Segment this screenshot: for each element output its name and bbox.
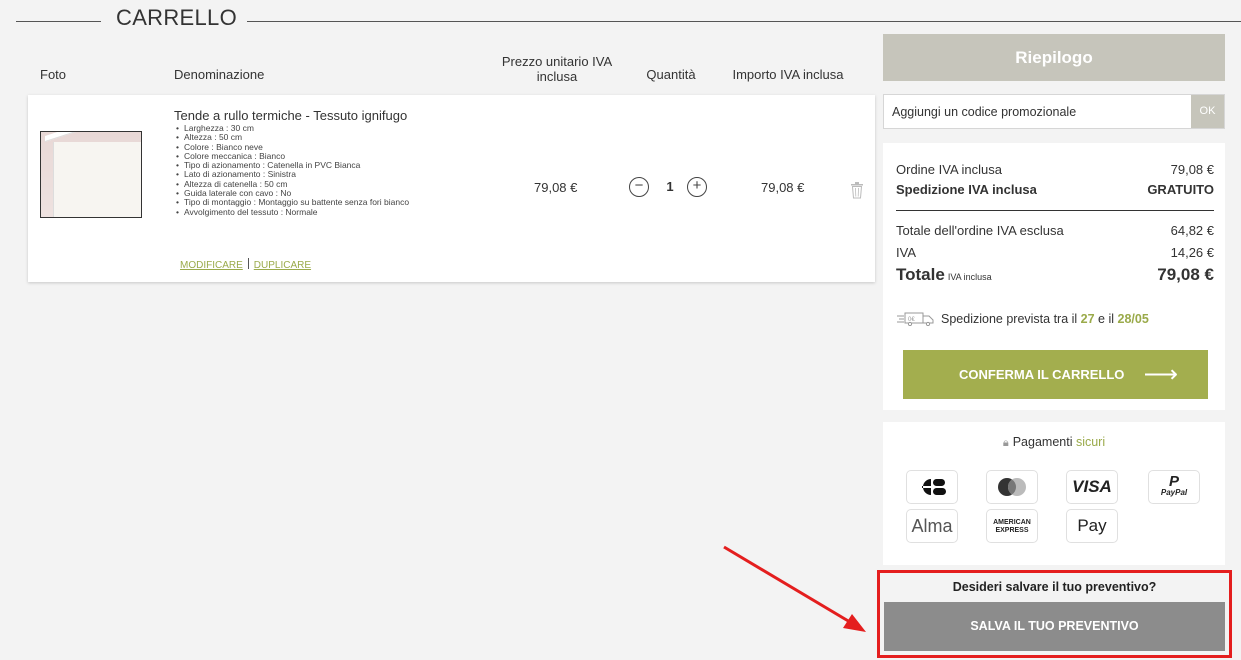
- promo-code-input[interactable]: [884, 95, 1192, 128]
- amex-logo-icon: AMERICAN EXPRESS: [986, 509, 1038, 543]
- edit-link[interactable]: MODIFICARE: [180, 260, 243, 271]
- header-quantity: Quantità: [646, 67, 696, 82]
- truck-label: 0€: [908, 317, 915, 323]
- actions-separator: [247, 258, 249, 269]
- shipping-label: Spedizione IVA inclusa: [896, 182, 1037, 197]
- total-suffix: IVA inclusa: [947, 272, 992, 282]
- shipping-estimate: 0€ Spedizione prevista tra il 27 e il 28…: [897, 312, 1149, 326]
- confirm-cart-button[interactable]: CONFERMA IL CARRELLO ⟶: [903, 350, 1208, 399]
- title-divider-left: [16, 21, 101, 22]
- payments-title-accent: sicuri: [1075, 435, 1106, 449]
- header-photo: Foto: [40, 67, 67, 82]
- line-amount: 79,08 €: [761, 180, 805, 195]
- paypal-logo-icon: P PayPal: [1148, 470, 1200, 504]
- promo-ok-button[interactable]: OK: [1191, 95, 1224, 128]
- summary-divider: [896, 210, 1214, 211]
- total-excl-label: Totale dell'ordine IVA esclusa: [896, 223, 1064, 238]
- product-image: [40, 131, 142, 218]
- truck-icon: 0€: [897, 312, 934, 326]
- order-summary: Ordine IVA inclusa 79,08 € Spedizione IV…: [883, 143, 1225, 410]
- decrease-quantity-button[interactable]: −: [629, 177, 649, 197]
- amex-line2: EXPRESS: [995, 527, 1029, 534]
- shipping-text-prefix: Spedizione prevista tra il: [941, 312, 1081, 326]
- page-title: CARRELLO: [116, 5, 237, 30]
- apple-pay-logo-icon: Pay: [1066, 509, 1118, 543]
- vat-row: IVA 14,26 €: [896, 245, 1214, 260]
- header-name: Denominazione: [174, 67, 265, 82]
- paypal-label: PayPal: [1160, 488, 1188, 497]
- cart-item-row: Tende a rullo termiche - Tessuto ignifug…: [28, 95, 875, 282]
- header-amount: Importo IVA inclusa: [732, 67, 844, 82]
- increase-quantity-button[interactable]: +: [687, 177, 707, 197]
- order-value: 79,08 €: [1170, 162, 1214, 177]
- mastercard-logo-icon: [986, 470, 1038, 504]
- title-divider-right: [247, 21, 1241, 22]
- summary-header: Riepilogo: [883, 34, 1225, 81]
- confirm-cart-label: CONFERMA IL CARRELLO: [959, 367, 1125, 382]
- save-quote-box: Desideri salvare il tuo preventivo? SALV…: [877, 570, 1232, 658]
- duplicate-link[interactable]: DUPLICARE: [254, 260, 311, 271]
- total-value: 79,08 €: [1157, 265, 1214, 284]
- secure-payments: 🔒︎ Pagamenti sicuri VISA P PayPal Alma AM…: [883, 422, 1225, 565]
- arrow-right-icon: ⟶: [1143, 361, 1178, 388]
- header-unit-price: Prezzo unitario IVA inclusa: [501, 54, 613, 84]
- payments-title-main: Pagamenti: [1012, 435, 1076, 449]
- product-image-blind: [53, 142, 141, 217]
- unit-price: 79,08 €: [534, 180, 578, 195]
- total-excl-row: Totale dell'ordine IVA esclusa 64,82 €: [896, 223, 1214, 238]
- shipping-row: Spedizione IVA inclusa GRATUITO: [896, 182, 1214, 197]
- save-quote-question: Desideri salvare il tuo preventivo?: [952, 580, 1157, 594]
- trash-icon[interactable]: [850, 181, 864, 199]
- amex-line1: AMERICAN: [993, 519, 1031, 526]
- total-excl-value: 64,82 €: [1170, 223, 1214, 238]
- lock-icon: 🔒︎: [1002, 437, 1009, 449]
- shipping-date-to: 28/05: [1117, 312, 1149, 326]
- quantity-stepper: − 1 +: [629, 177, 709, 199]
- alma-logo-icon: Alma: [906, 509, 958, 543]
- total-label: Totale: [896, 265, 945, 284]
- attribute-item: Avvolgimento del tessuto : Normale: [174, 207, 409, 217]
- item-actions: MODIFICARE DUPLICARE: [180, 258, 311, 271]
- cb-logo-icon: [906, 470, 958, 504]
- product-image-rail: [45, 132, 141, 142]
- save-quote-button[interactable]: SALVA IL TUO PREVENTIVO: [884, 602, 1225, 651]
- shipping-value: GRATUITO: [1147, 182, 1214, 197]
- product-name: Tende a rullo termiche - Tessuto ignifug…: [174, 108, 408, 123]
- quantity-value: 1: [666, 179, 674, 194]
- shipping-text-mid: e il: [1094, 312, 1118, 326]
- total-row: Totale IVA inclusa 79,08 €: [896, 265, 1214, 285]
- cart-title-row: CARRELLO: [16, 4, 1241, 34]
- vat-value: 14,26 €: [1170, 245, 1214, 260]
- promo-code-box: OK: [883, 94, 1225, 129]
- payments-title: 🔒︎ Pagamenti sicuri: [883, 435, 1225, 450]
- order-row: Ordine IVA inclusa 79,08 €: [896, 162, 1214, 177]
- order-label: Ordine IVA inclusa: [896, 162, 1002, 177]
- product-attributes: Larghezza : 30 cm Altezza : 50 cm Colore…: [174, 123, 409, 217]
- shipping-date-from: 27: [1080, 312, 1095, 326]
- apple-pay-label: Pay: [1077, 516, 1107, 535]
- visa-logo-icon: VISA: [1066, 470, 1118, 504]
- vat-label: IVA: [896, 245, 916, 260]
